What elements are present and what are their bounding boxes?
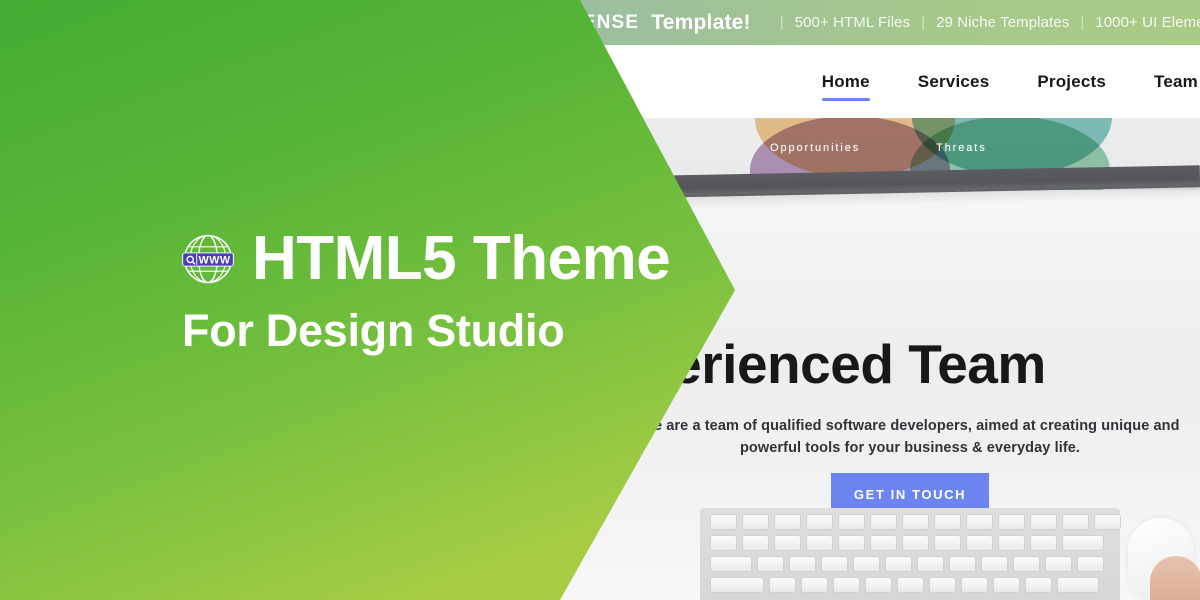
brand-row: WWW HTML5 Theme	[178, 224, 671, 293]
promo-separator: |	[921, 14, 926, 31]
screenshot-stage: NTENSE Template! | 500+ HTML Files | 29 …	[0, 0, 1200, 600]
nav-item-services[interactable]: Services	[918, 72, 990, 101]
nav-item-home[interactable]: Home	[821, 72, 870, 101]
promo-feature-0: 500+ HTML Files	[794, 14, 911, 31]
keyboard-row	[710, 514, 1121, 530]
swot-label-threats: Threats	[936, 142, 987, 154]
promo-feature-list: | 500+ HTML Files | 29 Niche Templates |…	[769, 14, 1200, 31]
swot-label-opportunities: Opportunities	[770, 142, 861, 154]
nav-links: Home Services Projects Team	[821, 72, 1200, 101]
overlay-content: WWW HTML5 Theme For Design Studio	[0, 0, 760, 600]
keyboard-row	[710, 556, 1104, 572]
keyboard-row	[710, 535, 1104, 551]
overlay-title: HTML5 Theme	[252, 224, 671, 293]
promo-feature-2: 1000+ UI Elements	[1095, 14, 1200, 31]
promo-feature-1: 29 Niche Templates	[936, 14, 1070, 31]
globe-badge-text: WWW	[199, 255, 231, 267]
promo-separator: |	[779, 14, 784, 31]
nav-item-projects[interactable]: Projects	[1037, 72, 1106, 101]
keyboard-photo	[700, 508, 1121, 600]
keyboard-row	[710, 577, 1099, 593]
promo-separator: |	[1080, 14, 1085, 31]
overlay-subtitle: For Design Studio	[182, 305, 565, 356]
globe-www-icon: WWW	[178, 229, 238, 289]
hand-photo	[1150, 556, 1200, 600]
nav-item-team[interactable]: Team	[1154, 72, 1198, 101]
